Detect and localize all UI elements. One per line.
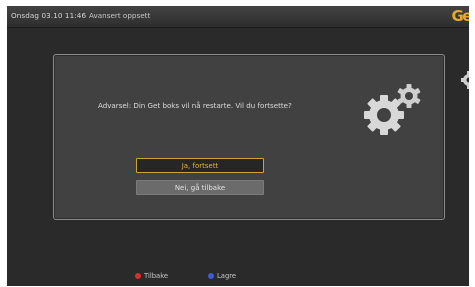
- warning-message: Advarsel: Din Get boks vil nå restarte. …: [98, 101, 292, 110]
- partial-gear-icon: [459, 68, 469, 96]
- get-logo: Ge: [451, 7, 470, 25]
- blue-button-icon: [208, 272, 214, 279]
- back-label: Tilbake: [144, 272, 169, 280]
- back-hint[interactable]: Tilbake: [135, 272, 168, 280]
- footer-hints: Tilbake Lagre: [7, 271, 469, 286]
- gears-icon: [360, 81, 426, 143]
- red-button-icon: [135, 272, 141, 279]
- confirm-restart-button[interactable]: Ja, fortsett: [136, 158, 264, 173]
- datetime-label: Onsdag 03.10 11:46: [11, 11, 87, 20]
- save-label: Lagre: [217, 272, 237, 280]
- cancel-button[interactable]: Nei, gå tilbake: [136, 180, 264, 195]
- restart-warning-dialog: Advarsel: Din Get boks vil nå restarte. …: [53, 54, 445, 220]
- top-bar: Onsdag 03.10 11:46 Avansert oppsett Ge: [7, 6, 469, 28]
- page-title: Avansert oppsett: [89, 11, 151, 20]
- save-hint[interactable]: Lagre: [208, 272, 236, 280]
- tv-screen: Onsdag 03.10 11:46 Avansert oppsett Ge A…: [7, 6, 469, 286]
